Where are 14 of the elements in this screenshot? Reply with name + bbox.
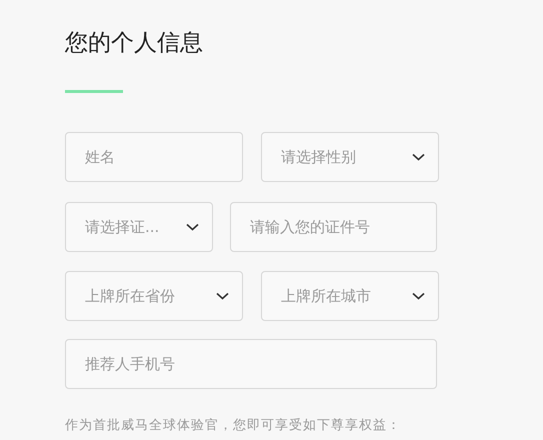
accent-line [65,90,123,93]
input-field[interactable]: 推荐人手机号 [65,339,437,389]
benefits-text: 作为首批威马全球体验官，您即可享受如下尊享权益： [65,417,402,434]
input-field[interactable]: 姓名 [65,132,243,182]
page-title: 您的个人信息 [65,29,204,58]
caret-icon [412,153,425,161]
select-field[interactable]: 上牌所在省份 [65,271,243,321]
select-field[interactable]: 上牌所在城市 [261,271,439,321]
select-field[interactable]: 请选择性别 [261,132,439,182]
caret-icon [186,223,199,231]
caret-icon [412,292,425,300]
select-field[interactable]: 请选择证... [65,202,213,252]
caret-icon [216,292,229,300]
input-field[interactable]: 请输入您的证件号 [230,202,437,252]
